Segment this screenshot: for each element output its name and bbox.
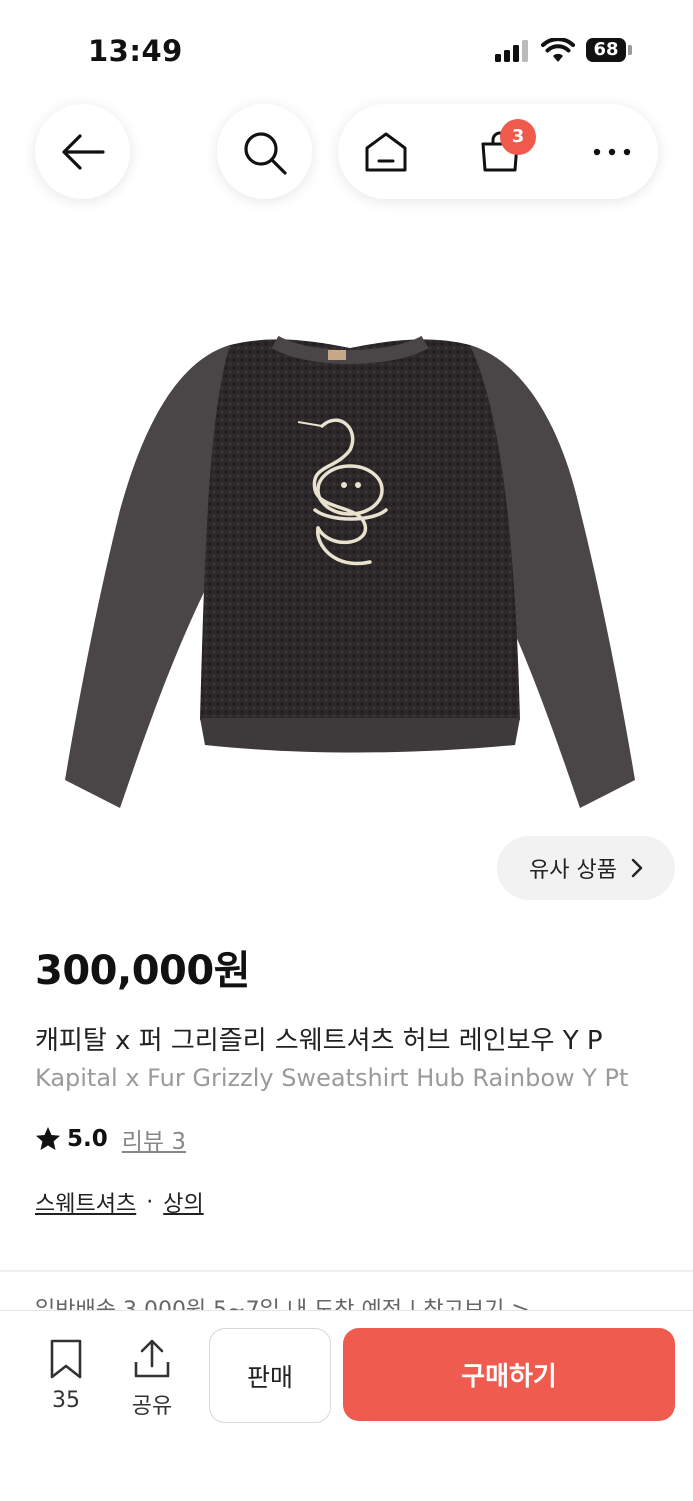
section-divider xyxy=(0,1270,693,1272)
more-icon xyxy=(593,148,631,156)
home-icon xyxy=(365,132,407,172)
search-icon xyxy=(244,132,287,175)
category-link-top[interactable]: 상의 xyxy=(163,1186,203,1218)
bookmark-icon xyxy=(50,1339,82,1379)
share-label: 공유 xyxy=(131,1394,173,1419)
share-button[interactable] xyxy=(122,1338,182,1384)
battery-tip xyxy=(628,45,632,55)
nav-action-group xyxy=(338,104,658,199)
product-rating: 5.0 리뷰 3 xyxy=(35,1122,186,1156)
review-link[interactable]: 리뷰 3 xyxy=(122,1122,186,1156)
status-bar: 13:49 68 xyxy=(0,0,693,100)
status-time: 13:49 xyxy=(88,34,183,68)
star-icon xyxy=(36,1127,60,1150)
product-title-en: Kapital x Fur Grizzly Sweatshirt Hub Rai… xyxy=(35,1064,629,1092)
category-link-sweatshirt[interactable]: 스웨트셔츠 xyxy=(35,1186,136,1218)
wifi-icon xyxy=(541,38,575,62)
search-button[interactable] xyxy=(217,104,312,199)
back-button[interactable] xyxy=(35,104,130,199)
home-button[interactable] xyxy=(358,124,414,180)
battery-indicator: 68 xyxy=(586,38,626,62)
buy-button[interactable]: 구매하기 xyxy=(343,1328,675,1421)
similar-products-label: 유사 상품 xyxy=(529,858,617,883)
product-price: 300,000원 xyxy=(35,948,251,994)
more-button[interactable] xyxy=(584,124,640,180)
product-title-ko: 캐피탈 x 퍼 그리즐리 스웨트셔츠 허브 레인보우 Y P xyxy=(35,1026,603,1056)
signal-icon xyxy=(495,40,533,62)
bookmark-count: 35 xyxy=(52,1388,80,1413)
similar-products-button[interactable]: 유사 상품 xyxy=(497,836,675,900)
chevron-right-icon xyxy=(631,858,643,878)
category-breadcrumb: 스웨트셔츠 · 상의 xyxy=(35,1186,204,1218)
sell-button[interactable]: 판매 xyxy=(209,1328,331,1423)
share-icon xyxy=(134,1339,170,1378)
category-separator: · xyxy=(146,1189,154,1215)
product-image[interactable] xyxy=(60,330,640,820)
cart-badge: 3 xyxy=(500,119,536,155)
bookmark-button[interactable] xyxy=(36,1338,96,1384)
rating-score: 5.0 xyxy=(67,1126,108,1152)
back-arrow-icon xyxy=(62,134,105,170)
